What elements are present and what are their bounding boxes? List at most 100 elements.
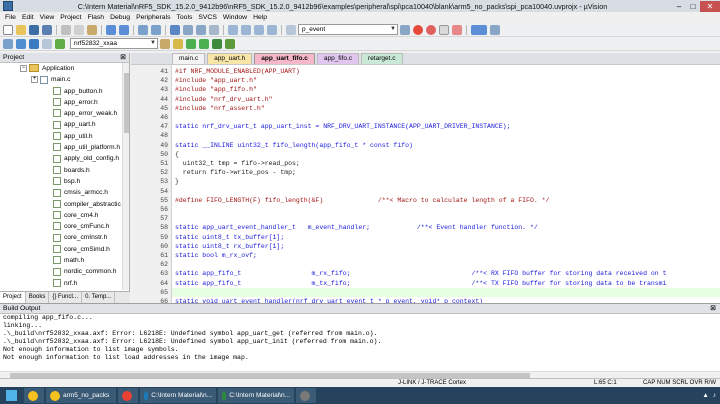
project-tree-scrollbar[interactable]: [122, 63, 129, 290]
menu-help[interactable]: Help: [250, 14, 270, 21]
tree-item-header[interactable]: app_util.h: [0, 131, 129, 142]
pack-installer-icon[interactable]: [225, 38, 235, 49]
clear-bookmarks-icon[interactable]: [209, 24, 219, 35]
tree-item-header[interactable]: nordic_common.h: [0, 266, 129, 277]
tree-item-header[interactable]: app_error_weak.h: [0, 108, 129, 119]
taskbar-explorer[interactable]: [24, 388, 44, 403]
start-button[interactable]: [0, 387, 22, 404]
tree-item-header[interactable]: math.h: [0, 255, 129, 266]
redo-icon[interactable]: [119, 24, 129, 35]
code-area[interactable]: #if NRF_MODULE_ENABLED(APP_UART) #include…: [172, 65, 720, 303]
cut-icon[interactable]: [61, 24, 71, 35]
start-debug-icon[interactable]: [413, 24, 423, 35]
tree-item-header[interactable]: bsp.h: [0, 176, 129, 187]
configure-icon[interactable]: [490, 24, 500, 35]
taskbar-chrome[interactable]: [118, 388, 138, 403]
tab-project[interactable]: Project: [0, 292, 26, 303]
taskbar-arm5-folder[interactable]: arm5_no_packs: [46, 388, 116, 403]
tree-item-header[interactable]: apply_old_config.h: [0, 153, 129, 164]
menu-view[interactable]: View: [37, 14, 58, 21]
expand-icon[interactable]: +: [31, 76, 38, 84]
find-combo[interactable]: p_event ▼: [298, 24, 398, 35]
tree-item-header[interactable]: app_error.h: [0, 97, 129, 108]
bookmark-icon[interactable]: [170, 24, 180, 35]
taskbar-uvision-2[interactable]: C:\Intern Material\n...: [218, 388, 294, 403]
copy-icon[interactable]: [74, 24, 84, 35]
build-output-scrollbar[interactable]: [0, 371, 720, 378]
editor-tab-app-uart-fifo-c[interactable]: app_uart_fifo.c: [254, 53, 315, 64]
editor-tab-app-uart-h[interactable]: app_uart.h: [207, 53, 253, 64]
nav-back-icon[interactable]: [138, 24, 148, 35]
editor-tab-main-c[interactable]: main.c: [172, 53, 206, 64]
prev-bookmark-icon[interactable]: [183, 24, 193, 35]
rebuild-icon[interactable]: [29, 38, 39, 49]
menu-tools[interactable]: Tools: [173, 14, 195, 21]
tree-item-header[interactable]: core_cmInstr.h: [0, 232, 129, 243]
tree-item-header[interactable]: core_cmFunc.h: [0, 221, 129, 232]
network-icon[interactable]: ▲: [702, 392, 708, 399]
find-icon[interactable]: [400, 24, 410, 35]
taskbar-uvision-1[interactable]: C:\Intern Material\n...: [140, 388, 216, 403]
tree-item-header[interactable]: compiler_abstractic: [0, 199, 129, 210]
menu-debug[interactable]: Debug: [107, 14, 133, 21]
select-packs-icon[interactable]: [199, 38, 209, 49]
menu-flash[interactable]: Flash: [84, 14, 107, 21]
disable-breakpoint-icon[interactable]: [439, 24, 449, 35]
close-button[interactable]: ✕: [700, 0, 720, 12]
nav-forward-icon[interactable]: [151, 24, 161, 35]
menu-file[interactable]: File: [2, 14, 19, 21]
undo-icon[interactable]: [106, 24, 116, 35]
run-time-env-icon[interactable]: [212, 38, 222, 49]
tree-item-header[interactable]: cmsis_armcc.h: [0, 187, 129, 198]
tab-templates[interactable]: 0. Temp...: [82, 292, 116, 303]
tree-item-application[interactable]: − Application: [0, 63, 129, 74]
unindent-icon[interactable]: [241, 24, 251, 35]
tree-item-header[interactable]: app_uart.h: [0, 119, 129, 130]
speaker-icon[interactable]: ♪: [713, 392, 716, 399]
close-panel-icon[interactable]: ⊠: [710, 304, 716, 314]
paste-icon[interactable]: [87, 24, 97, 35]
tree-item-header[interactable]: core_cm4.h: [0, 210, 129, 221]
tree-item-main-c[interactable]: + main.c: [0, 74, 129, 85]
manage-components-icon[interactable]: [186, 38, 196, 49]
target-select[interactable]: nrf52832_xxaa ▼: [70, 38, 158, 49]
build-icon[interactable]: [16, 38, 26, 49]
tree-item-header[interactable]: nrf.h: [0, 278, 129, 289]
comment-icon[interactable]: [254, 24, 264, 35]
next-bookmark-icon[interactable]: [196, 24, 206, 35]
tab-books[interactable]: Books: [26, 292, 50, 303]
save-icon[interactable]: [29, 24, 39, 35]
find-in-files-icon[interactable]: [286, 24, 296, 35]
target-options-icon[interactable]: [160, 38, 170, 49]
editor-tab-retarget-c[interactable]: retarget.c: [361, 53, 403, 64]
translate-icon[interactable]: [3, 38, 13, 49]
batch-build-icon[interactable]: [42, 38, 52, 49]
tree-item-header[interactable]: core_cmSimd.h: [0, 244, 129, 255]
kill-breakpoints-icon[interactable]: [452, 24, 462, 35]
editor-tab-app-fifo-c[interactable]: app_fifo.c: [316, 53, 360, 64]
minimize-button[interactable]: –: [672, 1, 686, 12]
breakpoint-icon[interactable]: [426, 24, 436, 35]
menu-project[interactable]: Project: [57, 14, 84, 21]
save-all-icon[interactable]: [42, 24, 52, 35]
indent-icon[interactable]: [228, 24, 238, 35]
tab-functions[interactable]: {} Funct...: [49, 292, 83, 303]
window-layout-icon[interactable]: [471, 24, 487, 35]
file-extensions-icon[interactable]: [173, 38, 183, 49]
tree-item-header[interactable]: app_util_platform.h: [0, 142, 129, 153]
tree-item-header[interactable]: boards.h: [0, 165, 129, 176]
menu-edit[interactable]: Edit: [19, 14, 37, 21]
download-icon[interactable]: [55, 38, 65, 49]
collapse-icon[interactable]: −: [20, 64, 27, 72]
menu-window[interactable]: Window: [220, 14, 250, 21]
scroll-thumb[interactable]: [124, 73, 129, 133]
uncomment-icon[interactable]: [267, 24, 277, 35]
open-folder-icon[interactable]: [16, 24, 26, 35]
new-file-icon[interactable]: [3, 24, 13, 35]
menu-peripherals[interactable]: Peripherals: [133, 14, 173, 21]
menu-svcs[interactable]: SVCS: [195, 14, 220, 21]
close-panel-icon[interactable]: ⊠: [120, 53, 126, 63]
maximize-button[interactable]: □: [686, 1, 700, 12]
taskbar-app[interactable]: [296, 388, 316, 403]
tree-item-header[interactable]: app_button.h: [0, 86, 129, 97]
